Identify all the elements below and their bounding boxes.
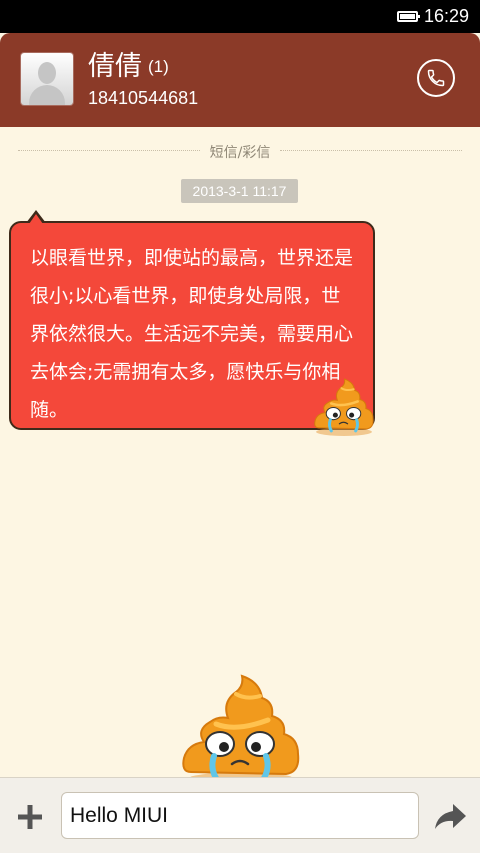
conversation-header: 倩倩 (1) 18410544681: [0, 33, 480, 127]
message-text: 以眼看世界，即使站的最高，世界还是很小;以心看世界，即使身处局限，世界依然很大。…: [30, 247, 354, 421]
battery-full-icon: [397, 11, 420, 22]
message-composer: Hello MIUI: [0, 777, 480, 853]
status-time: 16:29: [424, 6, 470, 26]
default-avatar-icon[interactable]: [21, 53, 73, 105]
crying-poop-icon: [314, 378, 374, 436]
status-bar: 16:29: [0, 0, 480, 33]
contact-name[interactable]: 倩倩: [88, 51, 142, 83]
unread-count: (1): [148, 57, 169, 76]
sticker-preview-icon[interactable]: [176, 672, 306, 790]
bubble-tail-fill: [29, 214, 43, 224]
message-type-label: 短信/彩信: [209, 145, 271, 161]
message-timestamp: 2013-3-1 11:17: [181, 179, 298, 203]
message-input[interactable]: Hello MIUI: [61, 792, 419, 839]
plus-icon[interactable]: [15, 802, 45, 832]
phone-icon: [427, 69, 445, 87]
contact-phone-number: 18410544681: [88, 88, 199, 108]
send-arrow-icon[interactable]: [433, 802, 467, 832]
call-button[interactable]: [417, 59, 455, 97]
